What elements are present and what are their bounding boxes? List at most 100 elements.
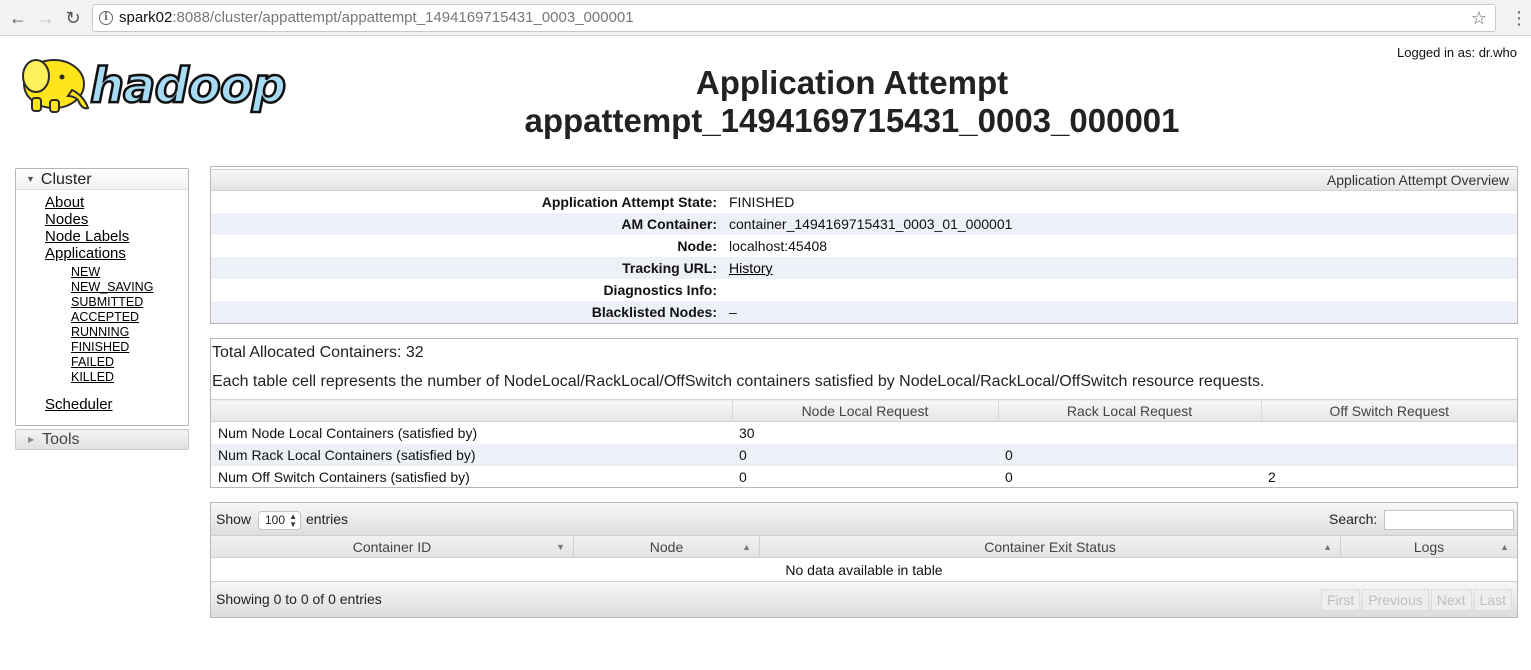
- select-updown-icon: ▲ ▼: [289, 512, 297, 529]
- search-label: Search:: [1329, 511, 1378, 527]
- reload-icon[interactable]: ↻: [62, 7, 84, 29]
- column-node[interactable]: Node ▲: [574, 536, 760, 558]
- allocation-description: Each table cell represents the number of…: [212, 373, 1265, 390]
- allocation-header-rack-local: Rack Local Request: [997, 399, 1261, 422]
- allocation-cell: 0: [732, 443, 998, 466]
- sidebar-item-applications[interactable]: Applications: [45, 245, 188, 262]
- column-exit-status[interactable]: Container Exit Status ▲: [760, 536, 1341, 558]
- triangle-right-icon: ▶: [28, 435, 35, 444]
- pager-first-button[interactable]: First: [1321, 589, 1361, 611]
- column-label: Node: [649, 539, 684, 555]
- allocated-containers-panel: Total Allocated Containers: 32 Each tabl…: [210, 338, 1518, 488]
- overview-value: FINISHED: [729, 194, 795, 210]
- overview-key: AM Container:: [621, 216, 717, 232]
- pager-last-button[interactable]: Last: [1473, 589, 1512, 611]
- sort-descending-icon: ▼: [556, 542, 565, 552]
- page-title-line2: appattempt_1494169715431_0003_000001: [524, 102, 1180, 139]
- table-footer: Showing 0 to 0 of 0 entries First Previo…: [211, 581, 1517, 617]
- allocation-header-node-local: Node Local Request: [731, 399, 998, 422]
- sidebar-tools-header[interactable]: ▶ Tools: [15, 429, 189, 450]
- table-controls: Show 100 ▲ ▼ entries Search:: [211, 503, 1517, 536]
- showing-entries-info: Showing 0 to 0 of 0 entries: [216, 591, 382, 607]
- column-label: Container Exit Status: [984, 539, 1116, 555]
- browser-toolbar: ← → ↻ i spark02:8088/cluster/appattempt/…: [0, 0, 1531, 36]
- sort-both-icon: ▲: [1323, 542, 1332, 552]
- address-bar[interactable]: i spark02:8088/cluster/appattempt/appatt…: [92, 4, 1496, 32]
- overview-row-blacklisted: Blacklisted Nodes: –: [211, 301, 1517, 323]
- back-arrow-icon[interactable]: ←: [7, 7, 29, 29]
- column-label: Container ID: [352, 539, 432, 555]
- sort-both-icon: ▲: [742, 542, 751, 552]
- allocation-cell: [998, 422, 1261, 444]
- allocation-header-row: Node Local Request Rack Local Request Of…: [211, 399, 1517, 422]
- overview-key: Application Attempt State:: [541, 194, 717, 210]
- overview-key: Tracking URL:: [622, 260, 717, 276]
- url-path: :8088/cluster/appattempt/appattempt_1494…: [172, 9, 634, 26]
- page-title: Application Attempt appattempt_149416971…: [490, 64, 1214, 140]
- triangle-down-icon: ▼: [26, 174, 35, 184]
- show-label: Show: [216, 511, 252, 527]
- page-size-value: 100: [265, 513, 286, 527]
- sidebar-cluster-header[interactable]: ▼ Cluster: [16, 169, 188, 190]
- pagination: First Previous Next Last: [1319, 589, 1512, 611]
- bookmark-star-icon[interactable]: ☆: [1471, 5, 1487, 31]
- overview-key: Blacklisted Nodes:: [591, 304, 717, 320]
- entries-label: entries: [306, 511, 349, 527]
- sidebar-cluster-panel: ▼ Cluster About Nodes Node Labels Applica…: [15, 168, 189, 426]
- logo-wordmark: hadoop: [90, 58, 285, 114]
- allocation-cell: [1261, 422, 1517, 444]
- allocation-table: Node Local Request Rack Local Request Of…: [211, 399, 1517, 488]
- forward-arrow-icon[interactable]: →: [35, 7, 57, 29]
- overview-header: Application Attempt Overview: [211, 169, 1517, 191]
- containers-table-header: Container ID ▼ Node ▲ Container Exit Sta…: [211, 536, 1517, 558]
- containers-table-panel: Show 100 ▲ ▼ entries Search: Container ID…: [210, 502, 1518, 618]
- allocation-cell: 30: [739, 424, 755, 441]
- overview-row-am-container: AM Container: container_1494169715431_000…: [211, 213, 1517, 235]
- sidebar-item-accepted[interactable]: ACCEPTED: [71, 310, 188, 325]
- sidebar-item-failed[interactable]: FAILED: [71, 355, 188, 370]
- sort-both-icon: ▲: [1500, 542, 1509, 552]
- allocation-cell: 0: [1005, 468, 1013, 485]
- total-allocated-containers: Total Allocated Containers: 32: [212, 344, 424, 361]
- sidebar-item-about[interactable]: About: [45, 194, 188, 211]
- pager-previous-button[interactable]: Previous: [1362, 589, 1429, 611]
- pager-next-button[interactable]: Next: [1430, 589, 1472, 611]
- sidebar-item-nodes[interactable]: Nodes: [45, 211, 188, 228]
- sidebar-item-new-saving[interactable]: NEW_SAVING: [71, 280, 188, 295]
- sidebar-links: About Nodes Node Labels Applications NEW…: [16, 190, 188, 413]
- sidebar-item-finished[interactable]: FINISHED: [71, 340, 188, 355]
- elephant-icon: [22, 59, 90, 113]
- hadoop-logo[interactable]: hadoop: [14, 46, 314, 114]
- overview-value: –: [729, 304, 737, 320]
- logged-in-status: Logged in as: dr.who: [1397, 45, 1517, 60]
- url-host: spark02: [119, 9, 173, 26]
- search-input[interactable]: [1384, 510, 1514, 530]
- sidebar-cluster-label: Cluster: [40, 171, 92, 188]
- column-container-id[interactable]: Container ID ▼: [211, 536, 574, 558]
- tracking-url-link[interactable]: History: [729, 260, 773, 276]
- overview-value: container_1494169715431_0003_01_000001: [729, 216, 1013, 232]
- sidebar-item-killed[interactable]: KILLED: [71, 370, 188, 385]
- browser-menu-icon[interactable]: ⋮: [1510, 8, 1528, 28]
- table-row: Num Node Local Containers (satisfied by)…: [211, 422, 1517, 444]
- page-size-select[interactable]: 100 ▲ ▼: [258, 511, 301, 530]
- column-logs[interactable]: Logs ▲: [1341, 536, 1517, 558]
- allocation-row-label: Num Node Local Containers (satisfied by): [218, 424, 478, 441]
- allocation-cell: 2: [1268, 468, 1276, 485]
- sidebar-item-running[interactable]: RUNNING: [71, 325, 188, 340]
- overview-key: Diagnostics Info:: [603, 282, 717, 298]
- allocation-header-blank: [211, 399, 732, 422]
- sidebar-item-node-labels[interactable]: Node Labels: [45, 228, 188, 245]
- allocation-cell: 0: [739, 468, 747, 485]
- overview-value: localhost:45408: [729, 238, 828, 254]
- info-icon[interactable]: i: [99, 11, 113, 25]
- allocation-row-label: Num Off Switch Containers (satisfied by): [218, 468, 470, 485]
- overview-row-node: Node: localhost:45408: [211, 235, 1517, 257]
- overview-row-diagnostics: Diagnostics Info:: [211, 279, 1517, 301]
- sidebar-item-new[interactable]: NEW: [71, 265, 188, 280]
- sidebar-item-scheduler[interactable]: Scheduler: [45, 396, 188, 413]
- sidebar-item-submitted[interactable]: SUBMITTED: [71, 295, 188, 310]
- sidebar-tools-label: Tools: [42, 431, 80, 448]
- overview-row-state: Application Attempt State: FINISHED: [211, 191, 1517, 213]
- allocation-cell: [1261, 443, 1517, 466]
